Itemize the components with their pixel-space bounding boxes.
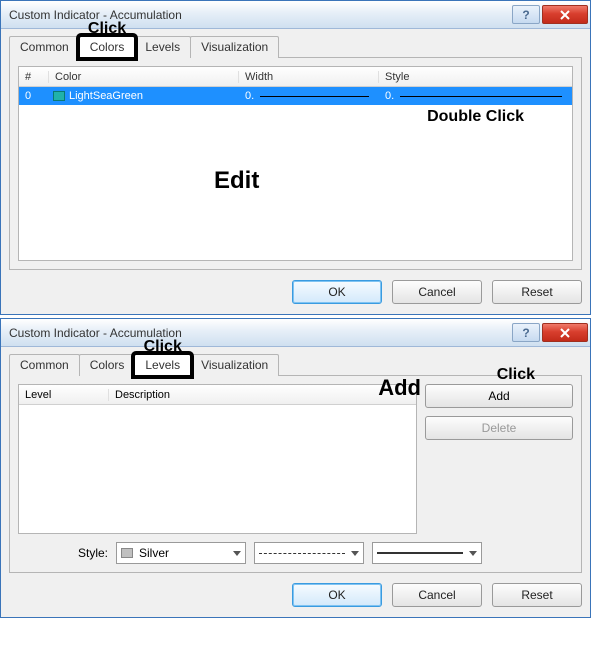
style-row: Style: Silver	[18, 542, 573, 564]
col-width[interactable]: Width	[239, 71, 379, 83]
add-button[interactable]: Add	[425, 384, 573, 408]
levels-table-header: Level Description	[19, 385, 416, 405]
tab-label: Colors	[90, 40, 125, 54]
silver-swatch-icon	[121, 548, 133, 558]
double-click-annotation: Double Click	[427, 108, 524, 126]
style-label: 0.	[385, 90, 394, 102]
button-row: OK Cancel Reset	[9, 583, 582, 607]
style-width-combo[interactable]	[372, 542, 482, 564]
row-style-cell[interactable]: 0.	[379, 90, 572, 102]
close-button[interactable]	[542, 323, 588, 342]
side-click-annotation: Click	[497, 366, 535, 384]
colors-table: # Color Width Style 0 LightSeaGreen 0.	[18, 66, 573, 261]
tab-common[interactable]: Common	[9, 36, 80, 58]
ok-button[interactable]: OK	[292, 280, 382, 304]
row-color-cell[interactable]: LightSeaGreen	[49, 90, 239, 102]
ok-button[interactable]: OK	[292, 583, 382, 607]
titlebar[interactable]: Custom Indicator - Accumulation ?	[1, 319, 590, 347]
col-style[interactable]: Style	[379, 71, 572, 83]
width-label: 0.	[245, 90, 254, 102]
tab-colors[interactable]: Colors	[79, 354, 136, 376]
levels-side-buttons: Click Add Delete	[425, 384, 573, 534]
solid-sample-icon	[377, 552, 463, 554]
titlebar-buttons: ?	[510, 5, 588, 24]
levels-dialog: Custom Indicator - Accumulation ? Common…	[0, 318, 591, 618]
col-color[interactable]: Color	[49, 71, 239, 83]
tab-panel-levels: Add Level Description Click Add Delete S…	[9, 376, 582, 573]
col-number[interactable]: #	[19, 71, 49, 83]
tab-panel-colors: # Color Width Style 0 LightSeaGreen 0.	[9, 58, 582, 270]
tab-levels[interactable]: Levels Click	[134, 354, 191, 376]
chevron-down-icon	[351, 551, 359, 556]
row-index: 0	[19, 90, 49, 102]
chevron-down-icon	[233, 551, 241, 556]
click-annotation: Click	[88, 20, 126, 38]
add-annotation: Add	[378, 375, 421, 401]
edit-annotation: Edit	[214, 167, 259, 195]
dialog-body: Common Colors Click Levels Visualization…	[1, 29, 590, 314]
help-button[interactable]: ?	[512, 5, 540, 24]
cancel-button[interactable]: Cancel	[392, 280, 482, 304]
reset-button[interactable]: Reset	[492, 280, 582, 304]
tab-label: Levels	[145, 358, 180, 372]
tabs: Common Colors Click Levels Visualization	[9, 35, 582, 58]
line-sample-icon	[400, 96, 562, 97]
window-title: Custom Indicator - Accumulation	[9, 326, 510, 340]
levels-body: Level Description Click Add Delete	[18, 384, 573, 534]
tab-visualization[interactable]: Visualization	[190, 36, 279, 58]
style-label: Style:	[78, 546, 108, 560]
colors-dialog: Custom Indicator - Accumulation ? Common…	[0, 0, 591, 315]
tab-colors[interactable]: Colors Click	[79, 36, 136, 58]
button-row: OK Cancel Reset	[9, 280, 582, 304]
style-color-name: Silver	[139, 546, 169, 560]
colors-table-header: # Color Width Style	[19, 67, 572, 87]
style-color-combo[interactable]: Silver	[116, 542, 246, 564]
col-level[interactable]: Level	[19, 389, 109, 401]
tab-visualization[interactable]: Visualization	[190, 354, 279, 376]
dash-sample-icon	[259, 553, 345, 554]
window-title: Custom Indicator - Accumulation	[9, 8, 510, 22]
line-sample-icon	[260, 96, 369, 97]
cancel-button[interactable]: Cancel	[392, 583, 482, 607]
levels-table: Level Description	[18, 384, 417, 534]
tab-common[interactable]: Common	[9, 354, 80, 376]
help-button[interactable]: ?	[512, 323, 540, 342]
titlebar-buttons: ?	[510, 323, 588, 342]
tab-levels[interactable]: Levels	[134, 36, 191, 58]
style-dash-combo[interactable]	[254, 542, 364, 564]
table-row[interactable]: 0 LightSeaGreen 0. 0.	[19, 87, 572, 105]
row-width-cell[interactable]: 0.	[239, 90, 379, 102]
dialog-body: Common Colors Levels Click Visualization…	[1, 347, 590, 617]
delete-button[interactable]: Delete	[425, 416, 573, 440]
close-button[interactable]	[542, 5, 588, 24]
color-name: LightSeaGreen	[69, 90, 143, 102]
reset-button[interactable]: Reset	[492, 583, 582, 607]
color-swatch-icon	[53, 91, 65, 101]
col-description[interactable]: Description	[109, 389, 416, 401]
click-annotation: Click	[144, 338, 182, 356]
chevron-down-icon	[469, 551, 477, 556]
